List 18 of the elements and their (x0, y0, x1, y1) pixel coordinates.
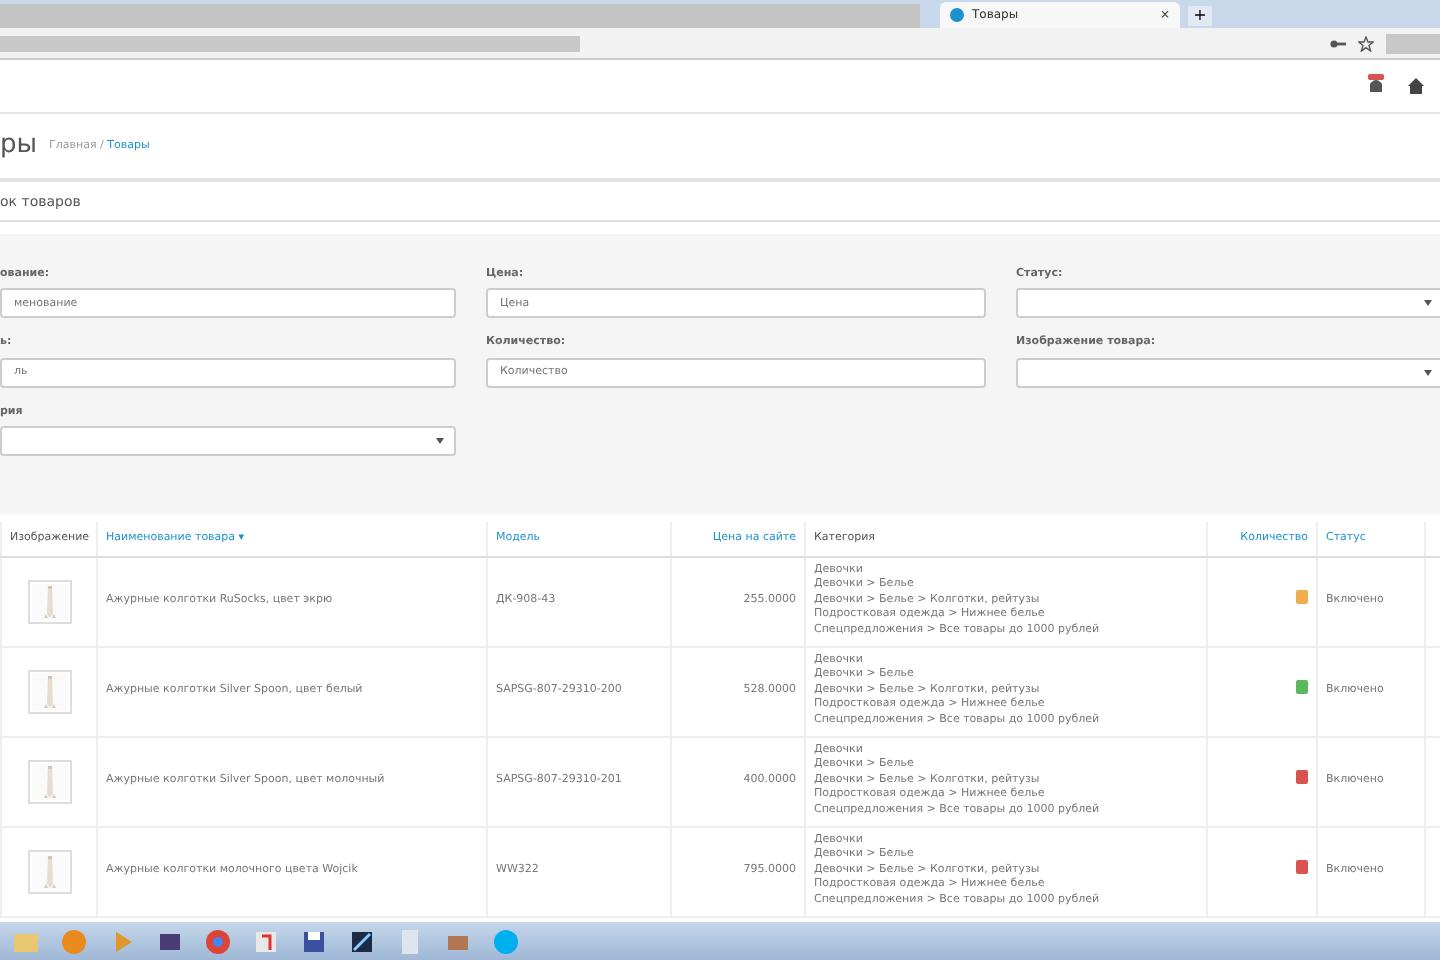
star-icon[interactable] (1358, 35, 1374, 51)
select-field[interactable] (1016, 357, 1440, 387)
letter-icon[interactable] (252, 927, 280, 955)
document-icon[interactable] (396, 927, 424, 955)
caret-icon (1424, 300, 1432, 307)
bell-icon[interactable] (1364, 74, 1388, 98)
site-icon (950, 8, 964, 22)
select-field[interactable] (1016, 288, 1440, 319)
new-tab-button[interactable]: + (1188, 6, 1212, 26)
select-field[interactable] (0, 425, 456, 456)
pen-icon[interactable] (348, 927, 376, 955)
caret-icon (436, 437, 444, 444)
page-title: ры (0, 130, 38, 162)
floppy-icon[interactable] (300, 927, 328, 955)
caret-icon (1424, 369, 1432, 375)
circle-icon[interactable] (60, 927, 88, 955)
home-icon[interactable] (1408, 78, 1424, 94)
key-icon[interactable] (1330, 37, 1346, 49)
